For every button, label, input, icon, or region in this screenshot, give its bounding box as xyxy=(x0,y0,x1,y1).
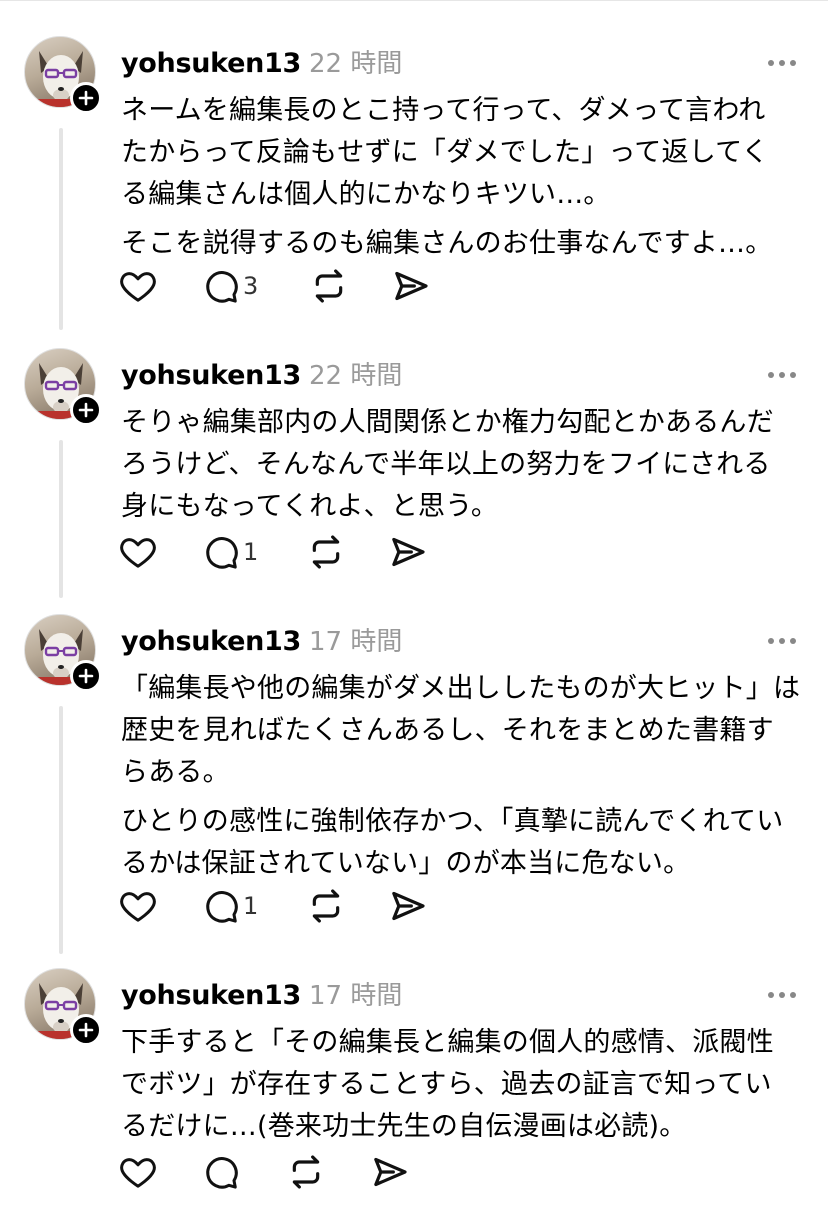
heart-icon xyxy=(120,892,156,922)
repost-button[interactable] xyxy=(306,530,346,574)
username[interactable]: yohsuken13 xyxy=(121,46,301,82)
thread-line xyxy=(59,128,63,330)
follow-plus-icon[interactable] xyxy=(70,1014,102,1046)
heart-icon xyxy=(120,1158,156,1188)
reply-button[interactable]: 1 xyxy=(202,530,258,574)
reply-bubble-icon xyxy=(206,271,238,303)
repost-icon xyxy=(315,269,343,303)
action-bar: 3 xyxy=(118,264,448,308)
share-button[interactable] xyxy=(370,1150,410,1194)
send-icon xyxy=(392,537,425,567)
share-button[interactable] xyxy=(391,264,431,308)
heart-icon xyxy=(120,538,156,568)
action-bar xyxy=(118,1150,448,1194)
reply-button[interactable] xyxy=(202,1150,243,1194)
like-button[interactable] xyxy=(118,884,158,928)
post-paragraph: ネームを編集長のとこ持って行って、ダメって言われ たからって反論もせずに「ダメで… xyxy=(121,95,769,210)
post-paragraph: そこを説得するのも編集さんのお仕事なんですよ…。 xyxy=(121,228,773,259)
action-bar: 1 xyxy=(118,530,448,574)
follow-plus-icon[interactable] xyxy=(70,394,102,426)
like-button[interactable] xyxy=(118,530,158,574)
timestamp: 22 時間 xyxy=(309,49,403,79)
repost-icon xyxy=(312,889,340,923)
post: yohsuken13 22 時間 そりゃ編集部内の人間関係とか権力勾配とかあるん… xyxy=(0,344,828,600)
timestamp: 17 時間 xyxy=(309,981,403,1011)
post: yohsuken13 17 時間 下手すると「その編集長と編集の個人的感情、派閥… xyxy=(0,964,828,1212)
repost-button[interactable] xyxy=(306,884,346,928)
post: yohsuken13 22 時間 ネームを編集長のとこ持って行って、ダメって言わ… xyxy=(0,32,828,332)
repost-icon xyxy=(292,1155,320,1189)
post-text: ネームを編集長のとこ持って行って、ダメって言われ たからって反論もせずに「ダメで… xyxy=(121,90,811,265)
share-button[interactable] xyxy=(388,884,428,928)
reply-bubble-icon xyxy=(206,1157,238,1189)
post-paragraph: そりゃ編集部内の人間関係とか権力勾配とかあるんだ ろうけど、そんなんで半年以上の… xyxy=(121,407,774,522)
post-paragraph: ひとりの感性に強制依存かつ、「真摯に読んでくれてい るかは保証されていない」のが… xyxy=(121,806,784,879)
reply-count: 1 xyxy=(243,538,259,566)
thread-line xyxy=(59,440,63,598)
avatar[interactable] xyxy=(24,36,102,114)
more-dots-icon[interactable] xyxy=(766,366,798,378)
repost-icon xyxy=(312,535,340,569)
action-bar: 1 xyxy=(118,884,448,928)
reply-button[interactable]: 1 xyxy=(202,884,258,928)
reply-bubble-icon xyxy=(206,891,238,923)
post-paragraph: 下手すると「その編集長と編集の個人的感情、派閥性 でボツ」が存在することすら、過… xyxy=(121,1027,774,1142)
more-dots-icon[interactable] xyxy=(766,986,798,998)
username[interactable]: yohsuken13 xyxy=(121,358,301,394)
like-button[interactable] xyxy=(118,264,158,308)
post-text: そりゃ編集部内の人間関係とか権力勾配とかあるんだ ろうけど、そんなんで半年以上の… xyxy=(121,402,811,528)
like-button[interactable] xyxy=(118,1150,158,1194)
post: yohsuken13 17 時間 「編集長や他の編集がダメ出ししたものが大ヒット… xyxy=(0,610,828,956)
repost-button[interactable] xyxy=(309,264,349,308)
send-icon xyxy=(374,1157,407,1187)
reply-count: 3 xyxy=(243,272,259,300)
share-button[interactable] xyxy=(388,530,428,574)
more-dots-icon[interactable] xyxy=(766,54,798,66)
heart-icon xyxy=(120,272,156,302)
post-paragraph: 「編集長や他の編集がダメ出ししたものが大ヒット」は 歴史を見ればたくさんあるし、… xyxy=(121,673,801,788)
username[interactable]: yohsuken13 xyxy=(121,624,301,660)
post-text: 下手すると「その編集長と編集の個人的感情、派閥性 でボツ」が存在することすら、過… xyxy=(121,1022,811,1148)
avatar[interactable] xyxy=(24,348,102,426)
avatar[interactable] xyxy=(24,614,102,692)
send-icon xyxy=(395,271,428,301)
thread-line xyxy=(59,706,63,954)
timestamp: 17 時間 xyxy=(309,627,403,657)
top-divider xyxy=(0,0,828,1)
avatar[interactable] xyxy=(24,968,102,1046)
timestamp: 22 時間 xyxy=(309,361,403,391)
username[interactable]: yohsuken13 xyxy=(121,978,301,1014)
reply-button[interactable]: 3 xyxy=(202,264,258,308)
repost-button[interactable] xyxy=(286,1150,326,1194)
follow-plus-icon[interactable] xyxy=(70,660,102,692)
reply-bubble-icon xyxy=(206,537,238,569)
more-dots-icon[interactable] xyxy=(766,632,798,644)
reply-count: 1 xyxy=(243,892,259,920)
post-text: 「編集長や他の編集がダメ出ししたものが大ヒット」は 歴史を見ればたくさんあるし、… xyxy=(121,668,811,885)
send-icon xyxy=(392,891,425,921)
follow-plus-icon[interactable] xyxy=(70,82,102,114)
